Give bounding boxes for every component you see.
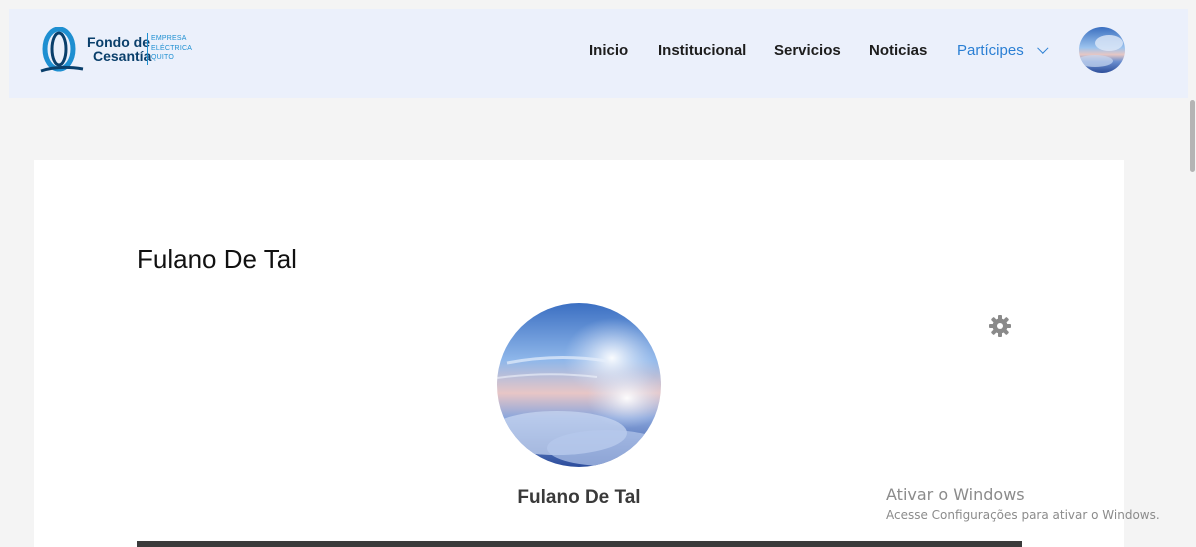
- site-logo[interactable]: Fondo de Cesantía EMPRESA ELÉCTRICA QUIT…: [39, 27, 199, 77]
- page: Fondo de Cesantía EMPRESA ELÉCTRICA QUIT…: [0, 0, 1196, 547]
- page-title: Fulano De Tal: [137, 244, 297, 274]
- nav-item-label: Servicios: [774, 42, 841, 59]
- logo-subtitle: EMPRESA ELÉCTRICA QUITO: [151, 34, 192, 63]
- nav-item-inicio[interactable]: Inicio: [589, 42, 628, 59]
- logo-name-line2: Cesantía: [93, 48, 152, 64]
- gear-icon[interactable]: [988, 314, 1012, 338]
- logo-sub-line1: EMPRESA: [151, 35, 187, 42]
- logo-ring-icon: [40, 27, 84, 73]
- profile-name: Fulano De Tal: [517, 487, 641, 508]
- watermark-line1: Ativar o Windows: [886, 485, 1025, 504]
- nav-item-label: Noticias: [869, 42, 928, 59]
- site-header: Fondo de Cesantía EMPRESA ELÉCTRICA QUIT…: [9, 9, 1188, 98]
- gear-icon-shape: [989, 315, 1011, 337]
- nav-item-label: Partícipes: [957, 42, 1024, 59]
- profile-photo: [497, 303, 661, 467]
- content-bar: [137, 541, 1022, 547]
- windows-activation-watermark: Ativar o Windows Acesse Configurações pa…: [886, 485, 1160, 522]
- nav-item-participes[interactable]: Partícipes: [957, 42, 1049, 59]
- page-scrollbar[interactable]: [1188, 0, 1196, 547]
- profile-photo-image: [497, 303, 661, 467]
- scrollbar-thumb[interactable]: [1190, 100, 1195, 172]
- nav-item-servicios[interactable]: Servicios: [774, 42, 841, 59]
- logo-sub-line2: ELÉCTRICA: [151, 44, 193, 52]
- nav-item-label: Inicio: [589, 42, 629, 59]
- nav-item-institucional[interactable]: Institucional: [658, 42, 746, 59]
- nav-item-noticias[interactable]: Noticias: [869, 42, 927, 59]
- logo-sub-line3: QUITO: [151, 54, 175, 61]
- logo-divider: [147, 33, 148, 65]
- chevron-down-icon: [1037, 42, 1049, 54]
- nav-item-label: Institucional: [658, 42, 747, 59]
- user-avatar[interactable]: [1079, 27, 1125, 73]
- watermark-line2: Acesse Configurações para ativar o Windo…: [886, 508, 1160, 522]
- avatar-image: [1079, 27, 1125, 73]
- logo-name: Fondo de Cesantía: [87, 35, 151, 63]
- logo-name-line1: Fondo de: [87, 34, 150, 50]
